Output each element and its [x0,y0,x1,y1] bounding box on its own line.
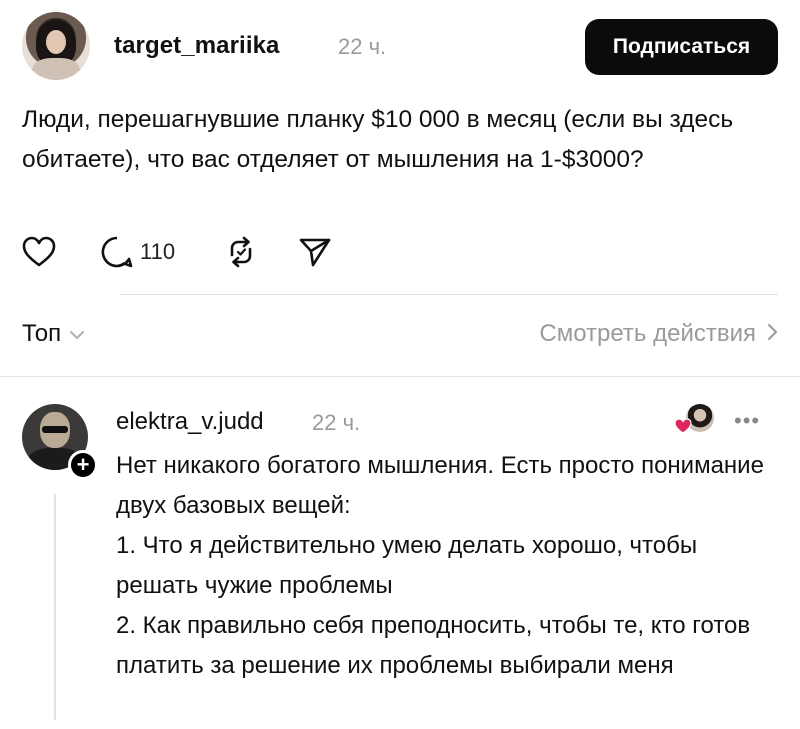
sort-label: Топ [22,320,62,347]
reply-button[interactable]: 110 [100,232,175,272]
author-avatar[interactable] [22,12,90,80]
reply-line: Нет никакого богатого мышления. Есть про… [116,452,764,519]
liked-by-author-indicator [674,404,720,438]
post-actions: 110 [22,232,422,272]
post-author-username[interactable]: target_mariika [114,32,280,60]
reply-author-username[interactable]: elektra_v.judd [116,408,264,436]
heart-filled-icon [674,418,692,439]
more-options-button[interactable]: ••• [734,408,774,433]
send-icon [298,235,332,269]
follow-button[interactable]: Подписаться [585,19,778,75]
divider [120,294,778,295]
sort-dropdown[interactable]: Топ [22,320,85,348]
heart-icon [22,236,56,268]
repost-icon [224,235,258,269]
reply-line: 1. Что я действительно умею делать хорош… [116,532,698,599]
chevron-down-icon [69,320,85,348]
chevron-right-icon [766,320,778,348]
post-timestamp: 22 ч. [338,34,387,59]
reply-line: 2. Как правильно себя преподносить, чтоб… [116,612,751,679]
view-activity-link[interactable]: Смотреть действия [539,320,778,348]
repost-button[interactable] [224,232,258,272]
comment-icon [100,235,134,269]
reply-timestamp: 22 ч. [312,410,361,435]
like-button[interactable] [22,232,56,272]
post-header: target_mariika 22 ч. Подписаться [22,12,778,82]
thread-line [54,494,56,720]
sort-row: Топ Смотреть действия [22,316,778,356]
share-button[interactable] [298,232,332,272]
follow-plus-button[interactable]: + [68,450,98,480]
divider [0,376,800,377]
reply-item: + elektra_v.judd 22 ч. ••• Нет никакого … [22,404,778,724]
reply-text: Нет никакого богатого мышления. Есть про… [116,446,776,686]
view-activity-label: Смотреть действия [539,320,756,347]
post-text: Люди, перешагнувшие планку $10 000 в мес… [22,106,734,173]
reply-count: 110 [140,239,176,264]
